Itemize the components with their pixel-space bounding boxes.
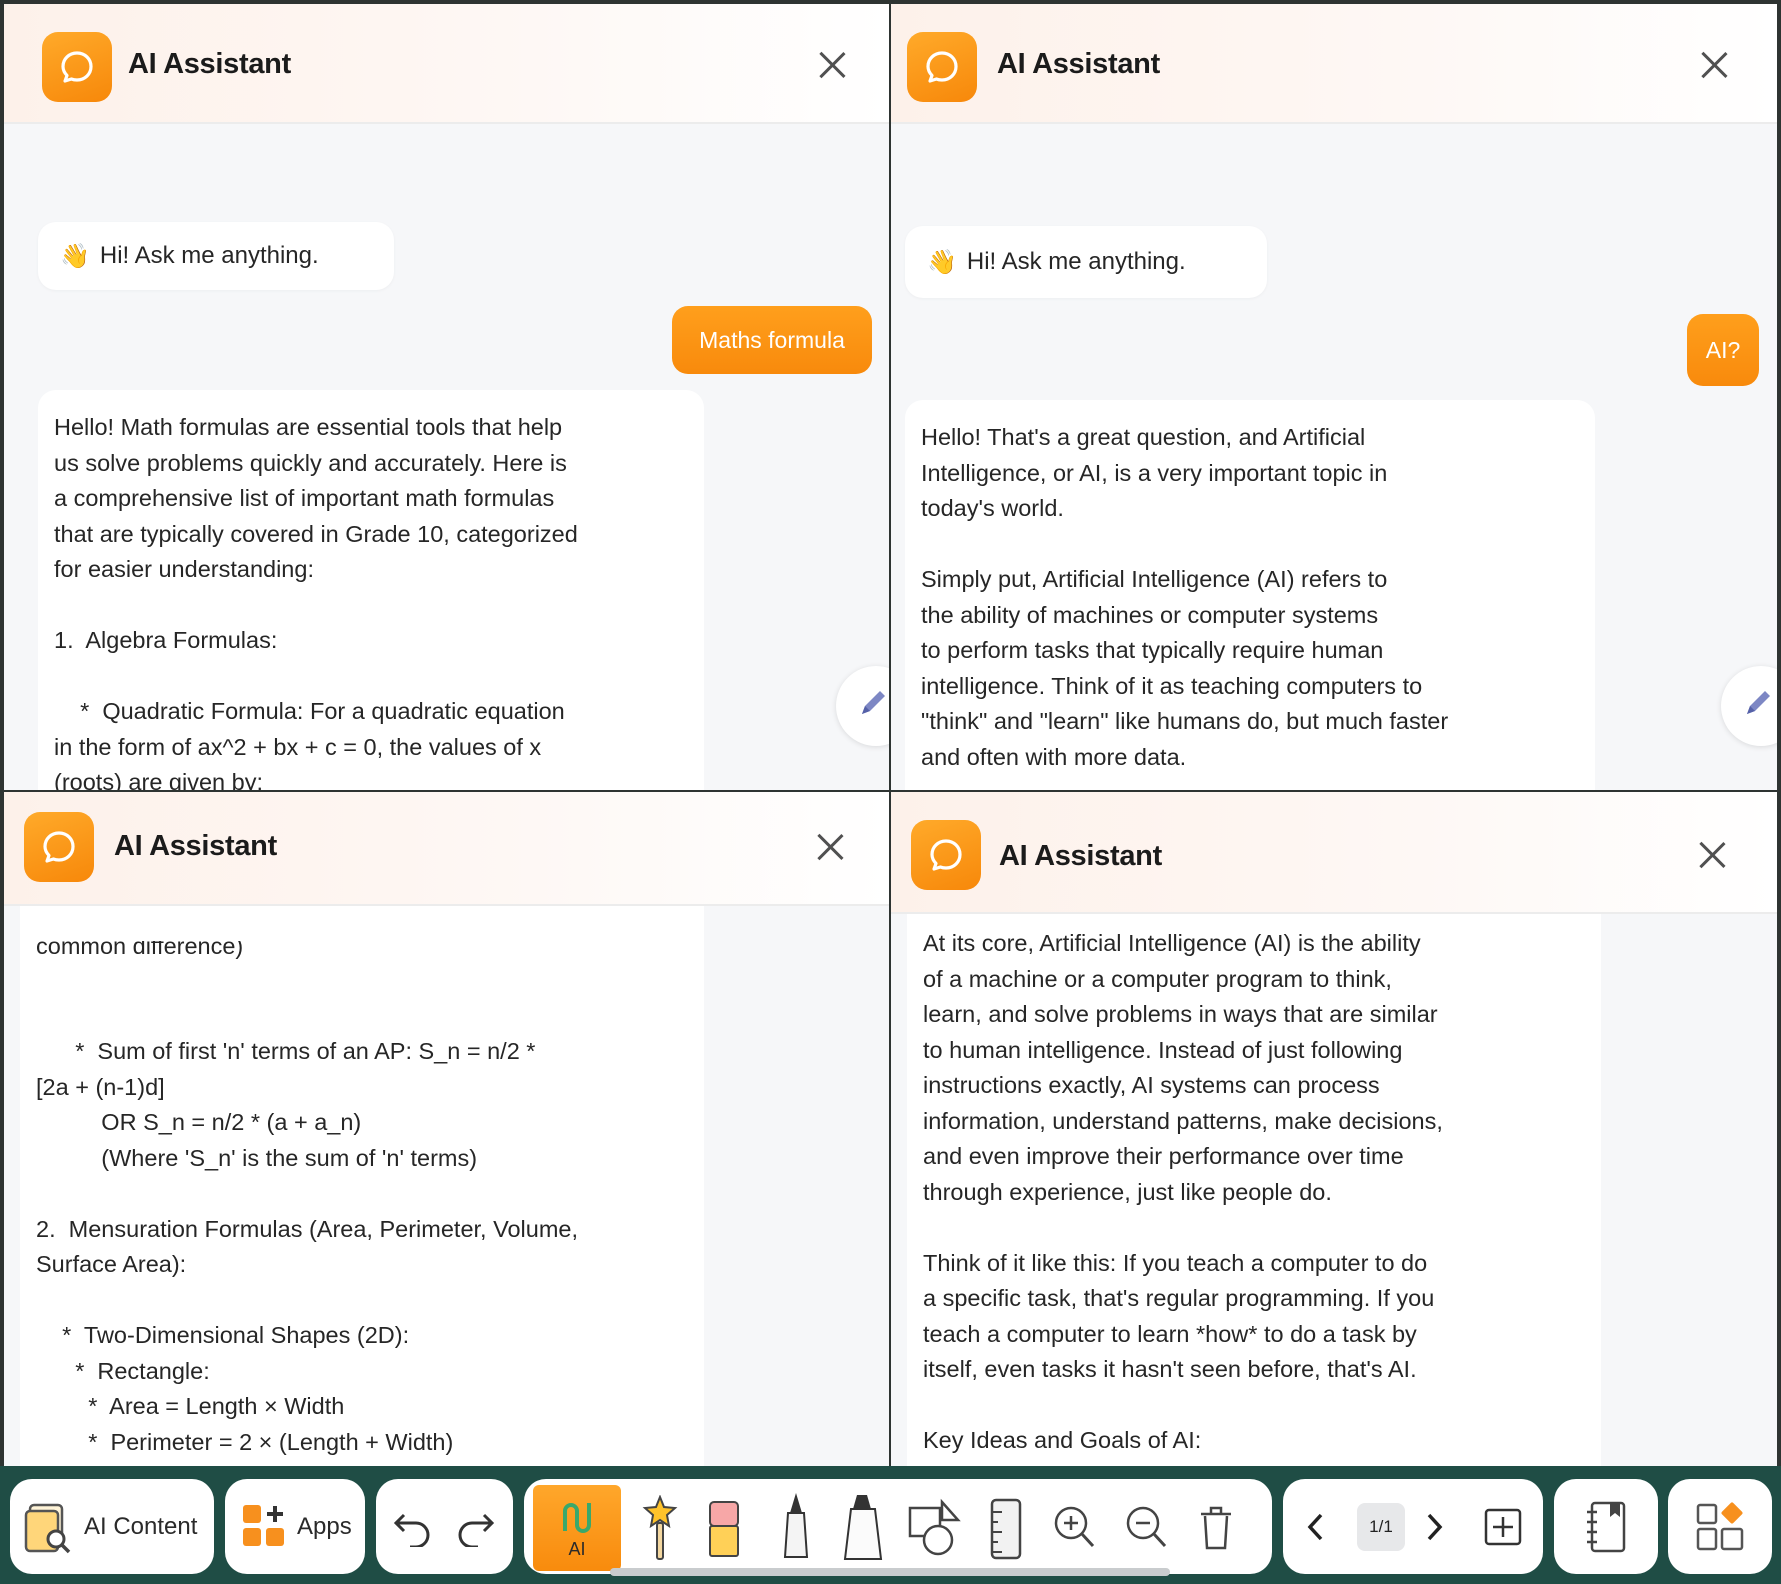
- next-page-icon[interactable]: [1413, 1505, 1457, 1549]
- apps-label: Apps: [297, 1513, 352, 1540]
- close-icon[interactable]: [815, 832, 845, 862]
- shapes-icon[interactable]: [904, 1493, 966, 1563]
- pen-icon[interactable]: [768, 1489, 824, 1565]
- assistant-reply: Hello! That's a great question, and Arti…: [905, 400, 1595, 790]
- greeting-bubble: 👋 Hi! Ask me anything.: [905, 226, 1267, 298]
- chat-header: AI Assistant: [891, 792, 1777, 914]
- zoom-out-icon[interactable]: [1118, 1497, 1174, 1557]
- chat-header: AI Assistant: [4, 4, 889, 124]
- layout-icon: [1692, 1497, 1748, 1557]
- ai-content-label: AI Content: [84, 1513, 198, 1540]
- panel-title: AI Assistant: [997, 48, 1160, 80]
- apps-icon: [239, 1501, 289, 1551]
- close-icon[interactable]: [1699, 50, 1729, 80]
- wave-icon: 👋: [927, 248, 957, 276]
- greeting-text: Hi! Ask me anything.: [99, 242, 319, 269]
- drawing-tools-group: AI: [524, 1479, 1272, 1574]
- prev-page-icon[interactable]: [1293, 1505, 1337, 1549]
- magic-wand-icon[interactable]: [632, 1493, 688, 1563]
- bottom-toolbar: AI Content Apps AI 1/1: [0, 1466, 1781, 1584]
- ai-icon: [563, 1502, 591, 1533]
- close-icon[interactable]: [1697, 840, 1727, 870]
- ai-content-icon: [20, 1497, 76, 1557]
- eraser-icon[interactable]: [696, 1493, 752, 1563]
- pencil-icon: [862, 691, 885, 714]
- wave-icon: 👋: [60, 242, 90, 270]
- panel-title: AI Assistant: [999, 840, 1162, 872]
- ai-content-button[interactable]: AI Content: [10, 1479, 214, 1574]
- assistant-reply: At its core, Artificial Intelligence (AI…: [907, 914, 1601, 1466]
- chat-bubble-icon: [911, 820, 981, 890]
- toolbar-scrollbar[interactable]: [610, 1568, 1170, 1576]
- chat-bubble-icon: [24, 812, 94, 882]
- chat-header: AI Assistant: [891, 4, 1777, 124]
- add-page-icon[interactable]: [1479, 1503, 1527, 1551]
- chat-bubble-icon: [42, 32, 112, 102]
- user-message: Maths formula: [672, 306, 872, 374]
- panel-title: AI Assistant: [128, 48, 291, 80]
- greeting-text: Hi! Ask me anything.: [966, 248, 1186, 275]
- marker-icon[interactable]: [834, 1489, 892, 1565]
- undo-redo-group: [376, 1479, 513, 1574]
- ai-tool-label: AI: [568, 1538, 586, 1559]
- zoom-in-icon[interactable]: [1046, 1497, 1102, 1557]
- assistant-reply-container: common difference) * Sum of first 'n' te…: [20, 870, 704, 1466]
- apps-button[interactable]: Apps: [225, 1479, 365, 1574]
- layout-button[interactable]: [1668, 1479, 1772, 1574]
- ai-tool-button[interactable]: AI: [533, 1485, 621, 1571]
- reply-cut-line: common difference): [36, 941, 244, 959]
- chat-panel-bottom-left: common difference) * Sum of first 'n' te…: [4, 792, 889, 1466]
- chat-bubble-icon: [907, 32, 977, 102]
- edit-button[interactable]: [1721, 666, 1777, 746]
- chat-panel-top-left: AI Assistant 👋 Hi! Ask me anything. Math…: [4, 4, 889, 790]
- user-message: AI?: [1687, 314, 1759, 386]
- notebook-button[interactable]: [1554, 1479, 1658, 1574]
- close-icon[interactable]: [817, 50, 847, 80]
- greeting-bubble: 👋 Hi! Ask me anything.: [38, 222, 394, 290]
- chat-header: AI Assistant: [4, 792, 889, 906]
- chat-panel-bottom-right: AI Assistant At its core, Artificial Int…: [891, 792, 1777, 1466]
- panel-title: AI Assistant: [114, 830, 277, 862]
- page-indicator: 1/1: [1357, 1503, 1405, 1551]
- trash-icon[interactable]: [1188, 1497, 1244, 1557]
- pencil-icon: [1747, 691, 1770, 714]
- assistant-reply: Hello! Math formulas are essential tools…: [38, 390, 704, 790]
- assistant-reply: * Sum of first 'n' terms of an AP: S_n =…: [36, 1038, 579, 1466]
- redo-icon[interactable]: [450, 1503, 500, 1551]
- ruler-icon[interactable]: [978, 1493, 1034, 1565]
- edit-button[interactable]: [836, 666, 889, 746]
- pagination-group: 1/1: [1283, 1479, 1543, 1574]
- chat-panel-top-right: AI Assistant 👋 Hi! Ask me anything. AI? …: [891, 4, 1777, 790]
- notebook-icon: [1580, 1497, 1632, 1557]
- undo-icon[interactable]: [388, 1503, 438, 1551]
